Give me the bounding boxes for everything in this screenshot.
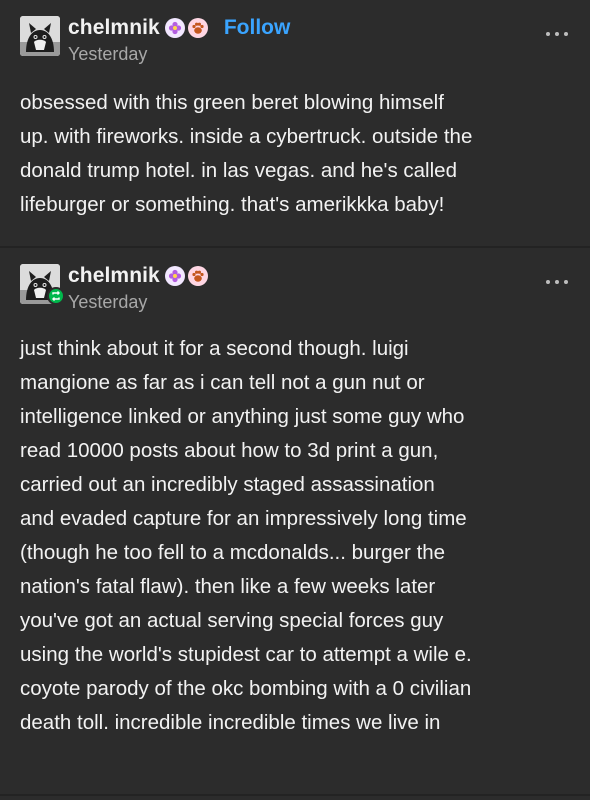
body-line: death toll. incredible incredible times … [20, 711, 441, 734]
body-line: read 10000 posts about how to 3d print a… [20, 439, 439, 462]
post-header: chelmnik Follow [68, 14, 290, 42]
body-line: lifeburger or something. that's amerikkk… [20, 193, 445, 216]
body-line: coyote parody of the okc bombing with a … [20, 677, 472, 700]
follow-button[interactable]: Follow [224, 16, 291, 40]
post-divider [0, 794, 590, 796]
post-body: obsessed with this green beret blowing h… [20, 86, 572, 222]
flower-badge-icon[interactable] [164, 266, 185, 286]
post-2: chelmnik Yesterday just think about it f… [0, 248, 590, 800]
more-options-icon[interactable] [546, 278, 568, 286]
post-1: chelmnik Follow Yesterday obsessed with … [0, 0, 590, 248]
post-header: chelmnik [68, 262, 208, 290]
reblog-icon [47, 287, 65, 305]
body-line: nation's fatal flaw). then like a few we… [20, 575, 436, 598]
timestamp[interactable]: Yesterday [68, 292, 147, 313]
body-line: (though he too fell to a mcdonalds... bu… [20, 541, 446, 564]
body-line: up. with fireworks. inside a cybertruck.… [20, 125, 473, 148]
flower-badge-icon[interactable] [164, 18, 185, 38]
post-body: just think about it for a second though.… [20, 332, 572, 740]
username[interactable]: chelmnik [68, 16, 160, 40]
body-line: mangione as far as i can tell not a gun … [20, 371, 425, 394]
body-line: just think about it for a second though.… [20, 337, 409, 360]
more-options-icon[interactable] [546, 30, 568, 38]
body-line: intelligence linked or anything just som… [20, 405, 465, 428]
body-line: you've got an actual serving special for… [20, 609, 444, 632]
paw-badge-icon[interactable] [187, 18, 208, 38]
body-line: and evaded capture for an impressively l… [20, 507, 467, 530]
username[interactable]: chelmnik [68, 264, 160, 288]
body-line: donald trump hotel. in las vegas. and he… [20, 159, 457, 182]
body-line: using the world's stupidest car to attem… [20, 643, 472, 666]
body-line: obsessed with this green beret blowing h… [20, 91, 444, 114]
paw-badge-icon[interactable] [187, 266, 208, 286]
body-line: carried out an incredibly staged assassi… [20, 473, 435, 496]
timestamp[interactable]: Yesterday [68, 44, 147, 65]
cat-avatar-icon[interactable] [20, 16, 60, 56]
